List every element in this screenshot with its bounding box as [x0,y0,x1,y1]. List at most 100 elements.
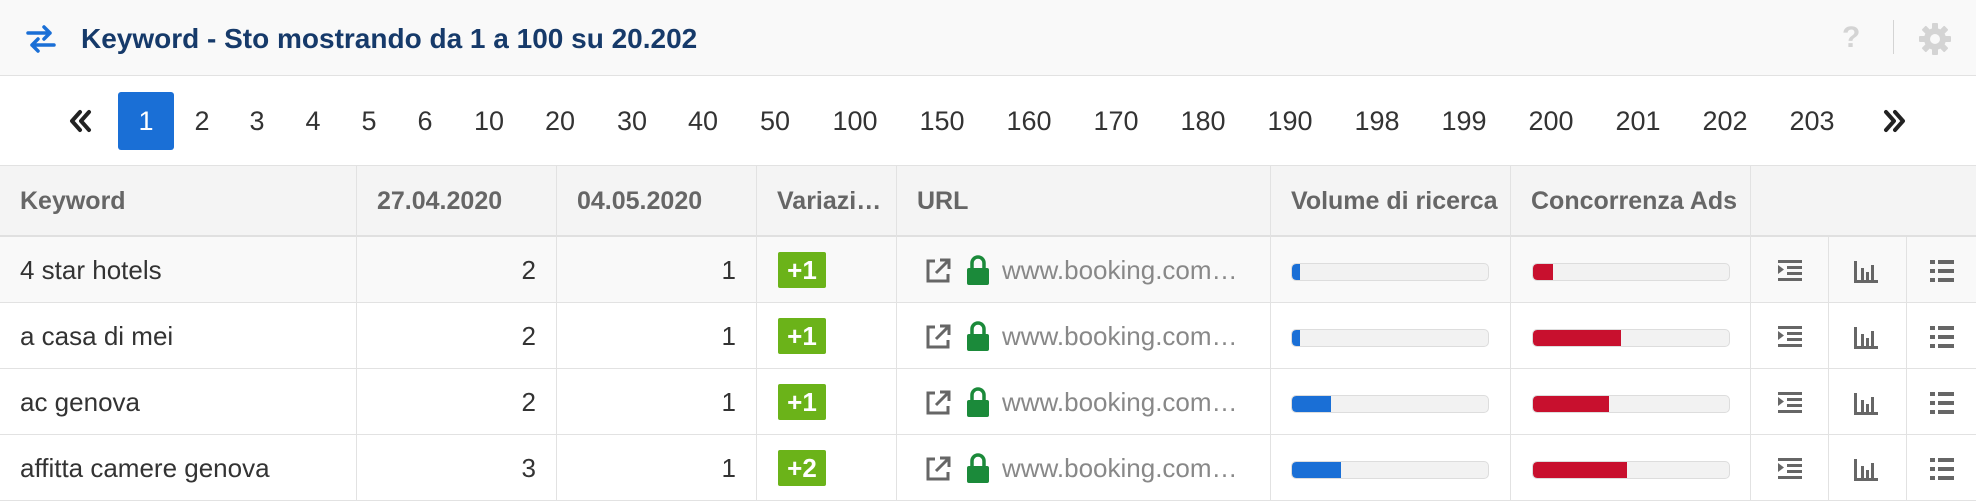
external-link-icon[interactable] [922,322,952,352]
page-link[interactable]: 40 [678,92,728,150]
page-link[interactable]: 202 [1696,92,1754,150]
search-volume-bar [1291,329,1489,347]
page-link[interactable]: 201 [1609,92,1667,150]
page-link[interactable]: 10 [464,92,514,150]
column-header-date-current[interactable]: 04.05.2020 [557,166,757,237]
bar-chart-icon[interactable] [1852,455,1880,483]
page-link[interactable]: 200 [1522,92,1580,150]
url-link[interactable]: www.booking.com… [1002,237,1238,303]
url-link[interactable]: www.booking.com… [1002,435,1238,501]
double-chevron-left-icon[interactable] [65,106,95,136]
ads-competition-fill [1533,462,1628,478]
page-link[interactable]: 100 [826,92,884,150]
page-link[interactable]: 30 [607,92,657,150]
search-volume-bar [1291,461,1489,479]
page-link[interactable]: 2 [186,92,218,150]
page-link[interactable]: 190 [1261,92,1319,150]
current-position-cell: 1 [557,435,757,501]
bar-chart-icon[interactable] [1852,257,1880,285]
external-link-icon[interactable] [922,454,952,484]
page-link[interactable]: 160 [1000,92,1058,150]
search-volume-bar [1291,263,1489,281]
column-header-keyword[interactable]: Keyword [0,166,357,237]
list-icon[interactable] [1928,455,1956,483]
help-icon[interactable]: ? [1842,18,1860,58]
ads-competition-fill [1533,396,1610,412]
external-link-icon[interactable] [922,388,952,418]
previous-position-cell: 2 [357,369,557,435]
column-header-search-volume[interactable]: Volume di ricerca [1271,166,1511,237]
page-link[interactable]: 5 [353,92,385,150]
search-volume-fill [1292,462,1341,478]
bar-chart-icon[interactable] [1852,323,1880,351]
page-link[interactable]: 4 [297,92,329,150]
page-link[interactable]: 203 [1783,92,1841,150]
url-link[interactable]: www.booking.com… [1002,369,1238,435]
search-volume-fill [1292,396,1332,412]
indent-icon[interactable] [1776,323,1804,351]
page-link[interactable]: 6 [409,92,441,150]
ads-competition-fill [1533,330,1622,346]
current-position-cell: 1 [557,369,757,435]
indent-icon[interactable] [1776,257,1804,285]
ads-competition-bar [1532,329,1730,347]
ads-competition-bar [1532,263,1730,281]
keyword-cell[interactable]: a casa di mei [0,303,357,369]
change-badge: +1 [778,318,826,354]
page-link[interactable]: 180 [1174,92,1232,150]
current-position-cell: 1 [557,303,757,369]
column-header-date-previous[interactable]: 27.04.2020 [357,166,557,237]
lock-icon [967,387,989,417]
previous-position-cell: 2 [357,237,557,303]
keyword-cell[interactable]: ac genova [0,369,357,435]
previous-position-cell: 2 [357,303,557,369]
table-row: affitta camere genova 3 1 +2 www.booking.com… [0,435,1976,501]
url-link[interactable]: www.booking.com… [1002,303,1238,369]
keyword-cell[interactable]: 4 star hotels [0,237,357,303]
lock-icon [967,321,989,351]
search-volume-fill [1292,264,1300,280]
column-header-url[interactable]: URL [897,166,1271,237]
column-header-change[interactable]: Variazione [757,166,897,237]
list-icon[interactable] [1928,257,1956,285]
table-row: 4 star hotels 2 1 +1 www.booking.com… [0,237,1976,303]
table-header: Keyword 27.04.2020 04.05.2020 Variazione… [0,166,1976,237]
change-badge: +2 [778,450,826,486]
pagination: 1 2 3 4 5 6 10 20 30 40 50 100 150 160 1… [0,76,1976,166]
table-row: a casa di mei 2 1 +1 www.booking.com… [0,303,1976,369]
column-header-ads-competition[interactable]: Concorrenza Ads [1511,166,1751,237]
list-icon[interactable] [1928,389,1956,417]
previous-position-cell: 3 [357,435,557,501]
lock-icon [967,255,989,285]
ads-competition-bar [1532,461,1730,479]
page-link[interactable]: 3 [241,92,273,150]
header-divider [1893,20,1894,54]
bar-chart-icon[interactable] [1852,389,1880,417]
page-link[interactable]: 20 [535,92,585,150]
swap-arrows-icon[interactable] [24,22,58,56]
table-row: ac genova 2 1 +1 www.booking.com… [0,369,1976,435]
list-icon[interactable] [1928,323,1956,351]
page-link[interactable]: 199 [1435,92,1493,150]
ads-competition-fill [1533,264,1553,280]
page-link[interactable]: 198 [1348,92,1406,150]
panel-header: Keyword - Sto mostrando da 1 a 100 su 20… [0,0,1976,76]
external-link-icon[interactable] [922,256,952,286]
change-badge: +1 [778,384,826,420]
page-link[interactable]: 50 [750,92,800,150]
search-volume-fill [1292,330,1300,346]
double-chevron-right-icon[interactable] [1880,106,1910,136]
gear-icon[interactable] [1918,22,1952,56]
indent-icon[interactable] [1776,389,1804,417]
page-link[interactable]: 150 [913,92,971,150]
page-link[interactable]: 1 [118,92,174,150]
page-link[interactable]: 170 [1087,92,1145,150]
keyword-cell[interactable]: affitta camere genova [0,435,357,501]
search-volume-bar [1291,395,1489,413]
change-badge: +1 [778,252,826,288]
panel-title: Keyword - Sto mostrando da 1 a 100 su 20… [81,23,698,54]
lock-icon [967,453,989,483]
indent-icon[interactable] [1776,455,1804,483]
ads-competition-bar [1532,395,1730,413]
current-position-cell: 1 [557,237,757,303]
